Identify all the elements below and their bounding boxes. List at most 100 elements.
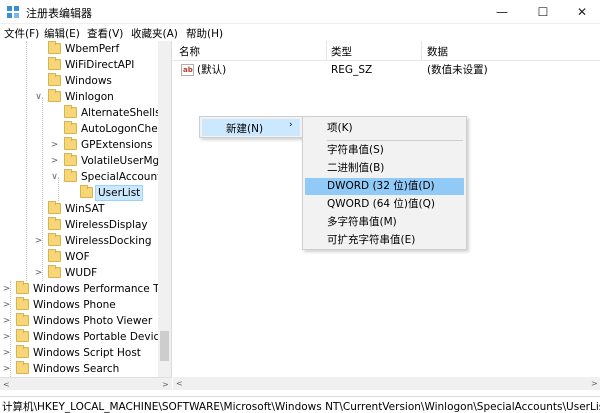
submenu-item-multi-string[interactable]: 多字符串值(M)	[305, 214, 464, 231]
menu-favorites[interactable]: 收藏夹(A)	[131, 26, 178, 41]
tree-item[interactable]: WirelessDisplay	[0, 217, 158, 233]
expand-chevron-icon[interactable]: >	[2, 281, 11, 297]
column-header: 名称 类型 数据	[173, 41, 600, 61]
registry-path: 计算机\HKEY_LOCAL_MACHINE\SOFTWARE\Microsof…	[2, 401, 600, 413]
list-horizontal-scrollbar[interactable]: < >	[173, 377, 600, 390]
tree-item[interactable]: WOF	[0, 249, 158, 265]
tree-item[interactable]: > WirelessDocking	[0, 233, 158, 249]
tree-scroll-thumb[interactable]	[160, 331, 169, 361]
column-name-header[interactable]: 名称	[179, 44, 200, 59]
column-data-header[interactable]: 数据	[427, 44, 448, 59]
expand-chevron-icon[interactable]: >	[2, 329, 11, 345]
tree-item-label: Windows Portable Devices	[33, 331, 172, 343]
expand-chevron-icon[interactable]: >	[2, 361, 11, 377]
folder-icon	[48, 249, 61, 262]
folder-icon	[48, 217, 61, 230]
window-title: 注册表编辑器	[26, 7, 92, 20]
tree-item[interactable]: > GPExtensions	[0, 137, 158, 153]
tree-item[interactable]: WbemPerf	[0, 41, 158, 57]
tree-item[interactable]: > Windows Performance Too	[0, 281, 171, 297]
value-data: (数值未设置)	[427, 64, 488, 76]
menu-view[interactable]: 查看(V)	[87, 26, 123, 41]
maximize-button[interactable]: ☐	[525, 0, 561, 24]
registry-editor-icon	[7, 6, 19, 18]
column-divider[interactable]	[326, 41, 327, 61]
expand-chevron-icon[interactable]: >	[2, 313, 11, 329]
title-bar: 注册表编辑器 — ☐ ✕	[0, 0, 600, 24]
column-divider[interactable]	[421, 41, 422, 61]
expand-chevron-icon[interactable]: >	[50, 153, 59, 169]
tree-item-label: Winlogon	[65, 91, 114, 103]
context-menu-new[interactable]: 新建(N) ›	[202, 119, 300, 136]
expand-chevron-icon[interactable]: >	[34, 233, 43, 249]
value-row[interactable]: ab (默认) REG_SZ (数值未设置)	[173, 62, 600, 78]
tree-item[interactable]: ∨ SpecialAccounts	[0, 169, 167, 185]
tree-item[interactable]: WiFiDirectAPI	[0, 57, 158, 73]
folder-icon	[48, 233, 61, 246]
folder-icon	[64, 137, 77, 150]
submenu-item-dword[interactable]: DWORD (32 位)值(D)	[305, 178, 464, 195]
menu-edit[interactable]: 编辑(E)	[44, 26, 80, 41]
tree-item-label: WOF	[65, 251, 90, 263]
tree-item-label: WirelessDocking	[65, 235, 152, 247]
tree-item-label: VolatileUserMgr	[81, 155, 164, 167]
submenu-item-binary[interactable]: 二进制值(B)	[305, 160, 464, 177]
submenu-item-qword[interactable]: QWORD (64 位)值(Q)	[305, 196, 464, 213]
submenu-item-key[interactable]: 项(K)	[305, 120, 464, 137]
tree-item[interactable]: > Windows Phone	[0, 297, 158, 313]
tree-item-selected[interactable]: UserList	[0, 185, 158, 201]
scroll-right-arrow-icon[interactable]: >	[591, 377, 598, 390]
scroll-left-arrow-icon[interactable]: <	[3, 378, 10, 391]
folder-icon	[48, 265, 61, 278]
minimize-button[interactable]: —	[484, 0, 520, 24]
tree-item[interactable]: > VolatileUserMgr	[0, 153, 164, 169]
menu-help[interactable]: 帮助(H)	[186, 26, 223, 41]
tree-item[interactable]: > Windows Portable Devices	[0, 329, 171, 345]
tree-item-label: WinSAT	[65, 203, 105, 215]
tree-item[interactable]: AlternateShells	[0, 105, 161, 121]
tree-item[interactable]: Windows	[0, 73, 158, 89]
tree-vertical-scrollbar[interactable]	[158, 41, 171, 377]
folder-icon	[48, 73, 61, 86]
folder-icon	[16, 297, 29, 310]
menu-file[interactable]: 文件(F)	[4, 26, 39, 41]
registry-tree[interactable]: WbemPerf WiFiDirectAPI Windows ∨ Winlogo…	[0, 41, 172, 377]
tree-item-label: GPExtensions	[81, 139, 153, 151]
folder-icon	[48, 41, 61, 54]
submenu-item-string[interactable]: 字符串值(S)	[305, 142, 464, 159]
tree-item[interactable]: > Windows Search	[0, 361, 158, 377]
folder-icon	[64, 105, 77, 118]
value-type: REG_SZ	[331, 64, 373, 76]
tree-item[interactable]: AutoLogonCheck	[0, 121, 170, 137]
tree-item[interactable]: > Windows Script Host	[0, 345, 158, 361]
collapse-chevron-icon[interactable]: ∨	[50, 169, 59, 185]
expand-chevron-icon[interactable]: >	[50, 137, 59, 153]
tree-item-label: Windows Performance Too	[33, 283, 171, 295]
submenu-item-expandable-string[interactable]: 可扩充字符串值(E)	[305, 232, 464, 249]
scroll-right-arrow-icon[interactable]: >	[162, 378, 169, 391]
expand-chevron-icon[interactable]: >	[2, 297, 11, 313]
tree-item[interactable]: ∨ Winlogon	[0, 89, 158, 105]
column-type-header[interactable]: 类型	[331, 44, 352, 59]
tree-item-label: WbemPerf	[65, 43, 120, 55]
tree-item-label: Windows Phone	[33, 299, 116, 311]
tree-item-label: WirelessDisplay	[65, 219, 148, 231]
tree-item-label: UserList	[95, 185, 144, 201]
tree-item[interactable]: WinSAT	[0, 201, 158, 217]
folder-icon	[80, 185, 93, 198]
tree-item-label: Windows Photo Viewer	[33, 315, 153, 327]
context-menu-new-label: 新建(N)	[226, 123, 264, 135]
tree-item-label: Windows Search	[33, 363, 120, 375]
expand-chevron-icon[interactable]: >	[34, 265, 43, 281]
close-button[interactable]: ✕	[564, 0, 600, 24]
collapse-chevron-icon[interactable]: ∨	[34, 89, 43, 105]
tree-item[interactable]: > Windows Photo Viewer	[0, 313, 158, 329]
value-name: (默认)	[197, 64, 227, 76]
folder-icon	[48, 57, 61, 70]
scroll-left-arrow-icon[interactable]: <	[176, 377, 183, 390]
folder-icon	[64, 169, 77, 182]
expand-chevron-icon[interactable]: >	[2, 345, 11, 361]
tree-horizontal-scrollbar[interactable]: < >	[0, 377, 172, 390]
tree-item[interactable]: > WUDF	[0, 265, 158, 281]
folder-icon	[48, 89, 61, 102]
